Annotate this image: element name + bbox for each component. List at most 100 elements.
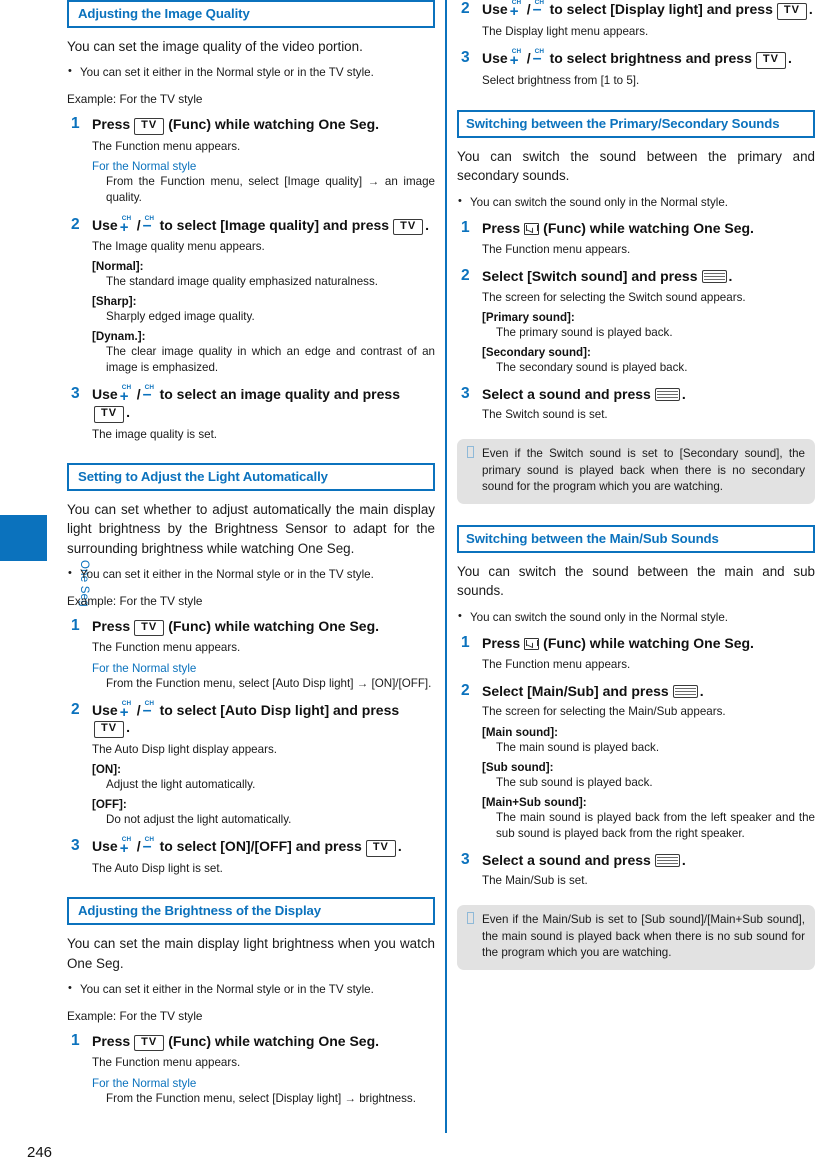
step-number: 2 — [71, 215, 80, 233]
option-label: [ON]: — [92, 763, 121, 777]
option-desc: The main sound is played back. — [496, 740, 660, 754]
step-title-mid: to select [Display light] and press — [549, 1, 773, 17]
ch-down-key-icon[interactable]: CH – — [533, 0, 548, 18]
step-title-pre: Use — [92, 386, 118, 403]
mail-key-icon[interactable] — [524, 223, 540, 236]
note-box: Even if the Main/Sub is set to [Sub soun… — [457, 905, 815, 970]
select-key-icon[interactable] — [654, 387, 680, 401]
tv-key-icon[interactable]: TV — [755, 51, 786, 69]
step-result: The Display light menu appears. — [482, 24, 649, 38]
step-title-pre: Select a sound and press — [482, 851, 651, 868]
step-title-pre: Press — [482, 635, 521, 652]
normal-style-body: From the Function menu, select [Display … — [106, 1091, 416, 1105]
step-result: The Main/Sub is set. — [482, 874, 588, 888]
tv-key-icon[interactable]: TV — [365, 840, 396, 857]
ch-down-key-icon[interactable]: CH – — [143, 215, 158, 233]
tv-key-icon[interactable]: TV — [134, 1034, 165, 1052]
section-intro: You can set the image quality of the vid… — [67, 39, 363, 55]
tv-key-icon[interactable]: TV — [94, 405, 125, 423]
select-key-icon[interactable] — [701, 270, 727, 284]
note-marker-icon — [467, 912, 474, 925]
tv-key-icon[interactable]: TV — [393, 218, 424, 236]
step-2-continued-body: The Display light menu appears. — [457, 24, 815, 40]
option-desc: The clear image quality in which an edge… — [106, 345, 435, 375]
step-2: 2 Select [Switch sound] and press. — [457, 267, 815, 286]
step-title-post: (Func) while watching One Seg. — [168, 1032, 380, 1049]
ch-down-key-icon[interactable]: CH – — [143, 700, 158, 718]
section-intro: You can switch the sound between the pri… — [457, 149, 815, 184]
tv-key-icon[interactable]: TV — [776, 3, 807, 20]
section-heading: Setting to Adjust the Light Automaticall… — [67, 462, 435, 492]
step-title-post: . — [126, 403, 130, 420]
step-2: 2 Use CH + / CH – to select [Image quality] an… — [67, 214, 435, 236]
option-label: [Dynam.]: — [92, 330, 146, 344]
mail-key-icon[interactable] — [524, 638, 540, 651]
step-title-post: (Func) while watching One Seg. — [168, 116, 380, 133]
step-title-pre: Select a sound and press — [482, 385, 651, 402]
select-key-icon[interactable] — [672, 684, 698, 698]
right-column: 2 Use CH + / CH – to select [Display light] an… — [457, 0, 815, 970]
step-1-body: The Function menu appears. For the Norma… — [67, 1055, 435, 1106]
normal-style-label: For the Normal style — [92, 160, 197, 174]
step-3: 3 Use CH + / CH – to select [ON]/[OFF] and pre… — [67, 836, 435, 857]
step-title-post: . — [808, 1, 813, 17]
step-number: 3 — [71, 837, 80, 855]
step-3: 3 Select a sound and press. — [457, 385, 815, 404]
step-result: The Function menu appears. — [482, 657, 631, 671]
step-title-mid: to select [ON]/[OFF] and press — [159, 838, 362, 855]
ch-down-key-icon[interactable]: CH – — [143, 385, 158, 403]
option-desc: Sharply edged image quality. — [106, 310, 255, 324]
section-heading: Adjusting the Image Quality — [67, 0, 435, 29]
option-desc: The primary sound is played back. — [496, 325, 673, 339]
section-heading: Switching between the Main/Sub Sounds — [457, 524, 815, 553]
step-3-body: The Switch sound is set. — [457, 407, 815, 423]
tv-key-icon[interactable]: TV — [94, 721, 125, 739]
step-title-post: . — [728, 268, 733, 285]
section-bullet: You can set it either in the Normal styl… — [67, 566, 435, 583]
step-result: The Function menu appears. — [92, 139, 241, 153]
section-example: Example: For the TV style — [67, 92, 203, 107]
step-title: Use CH + / CH – to select [Image quality] and … — [92, 214, 430, 236]
normal-style-label: For the Normal style — [92, 661, 197, 675]
step-title-mid: to select brightness and press — [549, 49, 752, 66]
step-title-mid: to select [Auto Disp light] and press — [159, 701, 400, 718]
step-title-mid: to select an image quality and press — [159, 386, 400, 403]
step-title-pre: Select [Switch sound] and press — [482, 268, 698, 285]
step-title-pre: Use — [482, 49, 508, 66]
step-result: The Function menu appears. — [482, 242, 631, 256]
ch-up-key-icon[interactable]: CH + — [510, 48, 525, 68]
tv-key-icon[interactable]: TV — [134, 619, 165, 637]
step-title: Select a sound and press. — [482, 386, 815, 404]
step-result: The image quality is set. — [92, 427, 218, 441]
ch-up-key-icon[interactable]: CH + — [120, 385, 135, 405]
ch-up-key-icon[interactable]: CH + — [510, 0, 525, 19]
section-main-sub-sounds: Switching between the Main/Sub Sounds Yo… — [457, 524, 815, 970]
ch-up-key-icon[interactable]: CH + — [120, 215, 135, 235]
ch-down-key-icon[interactable]: CH – — [533, 48, 548, 66]
ch-down-key-icon[interactable]: CH – — [143, 836, 158, 854]
step-number: 1 — [71, 616, 80, 634]
select-key-icon[interactable] — [654, 853, 680, 867]
tv-key-icon[interactable]: TV — [134, 118, 165, 135]
step-2-body: The Image quality menu appears. [Normal]… — [67, 239, 435, 376]
option-desc: The secondary sound is played back. — [496, 360, 688, 374]
step-title: Use CH + / CH – to select an image quality and… — [92, 385, 435, 423]
step-title-post: . — [126, 719, 130, 736]
ch-up-key-icon[interactable]: CH + — [120, 700, 135, 720]
step-title-pre: Use — [92, 701, 118, 718]
section-image-quality: Adjusting the Image Quality You can set … — [67, 0, 435, 443]
step-title-pre: Use — [482, 1, 508, 17]
step-2-body: The screen for selecting the Main/Sub ap… — [457, 704, 815, 841]
section-bullet: You can set it either in the Normal styl… — [67, 64, 435, 81]
note-marker-icon — [467, 446, 474, 459]
option-label: [Sharp]: — [92, 295, 137, 309]
step-result: The Switch sound is set. — [482, 408, 608, 422]
step-number: 1 — [71, 1031, 80, 1049]
step-1: 1 Press TV (Func) while watching One Seg. — [67, 1031, 435, 1052]
step-title-pre: Press — [92, 116, 131, 133]
step-3: 3 Use CH + / CH – to select an image quality a… — [67, 385, 435, 423]
note-text: Even if the Switch sound is set to [Seco… — [482, 447, 805, 494]
option-label: [Primary sound]: — [482, 310, 575, 324]
step-1: 1 Press TV (Func) while watching One Seg. — [67, 616, 435, 637]
ch-up-key-icon[interactable]: CH + — [120, 836, 135, 856]
